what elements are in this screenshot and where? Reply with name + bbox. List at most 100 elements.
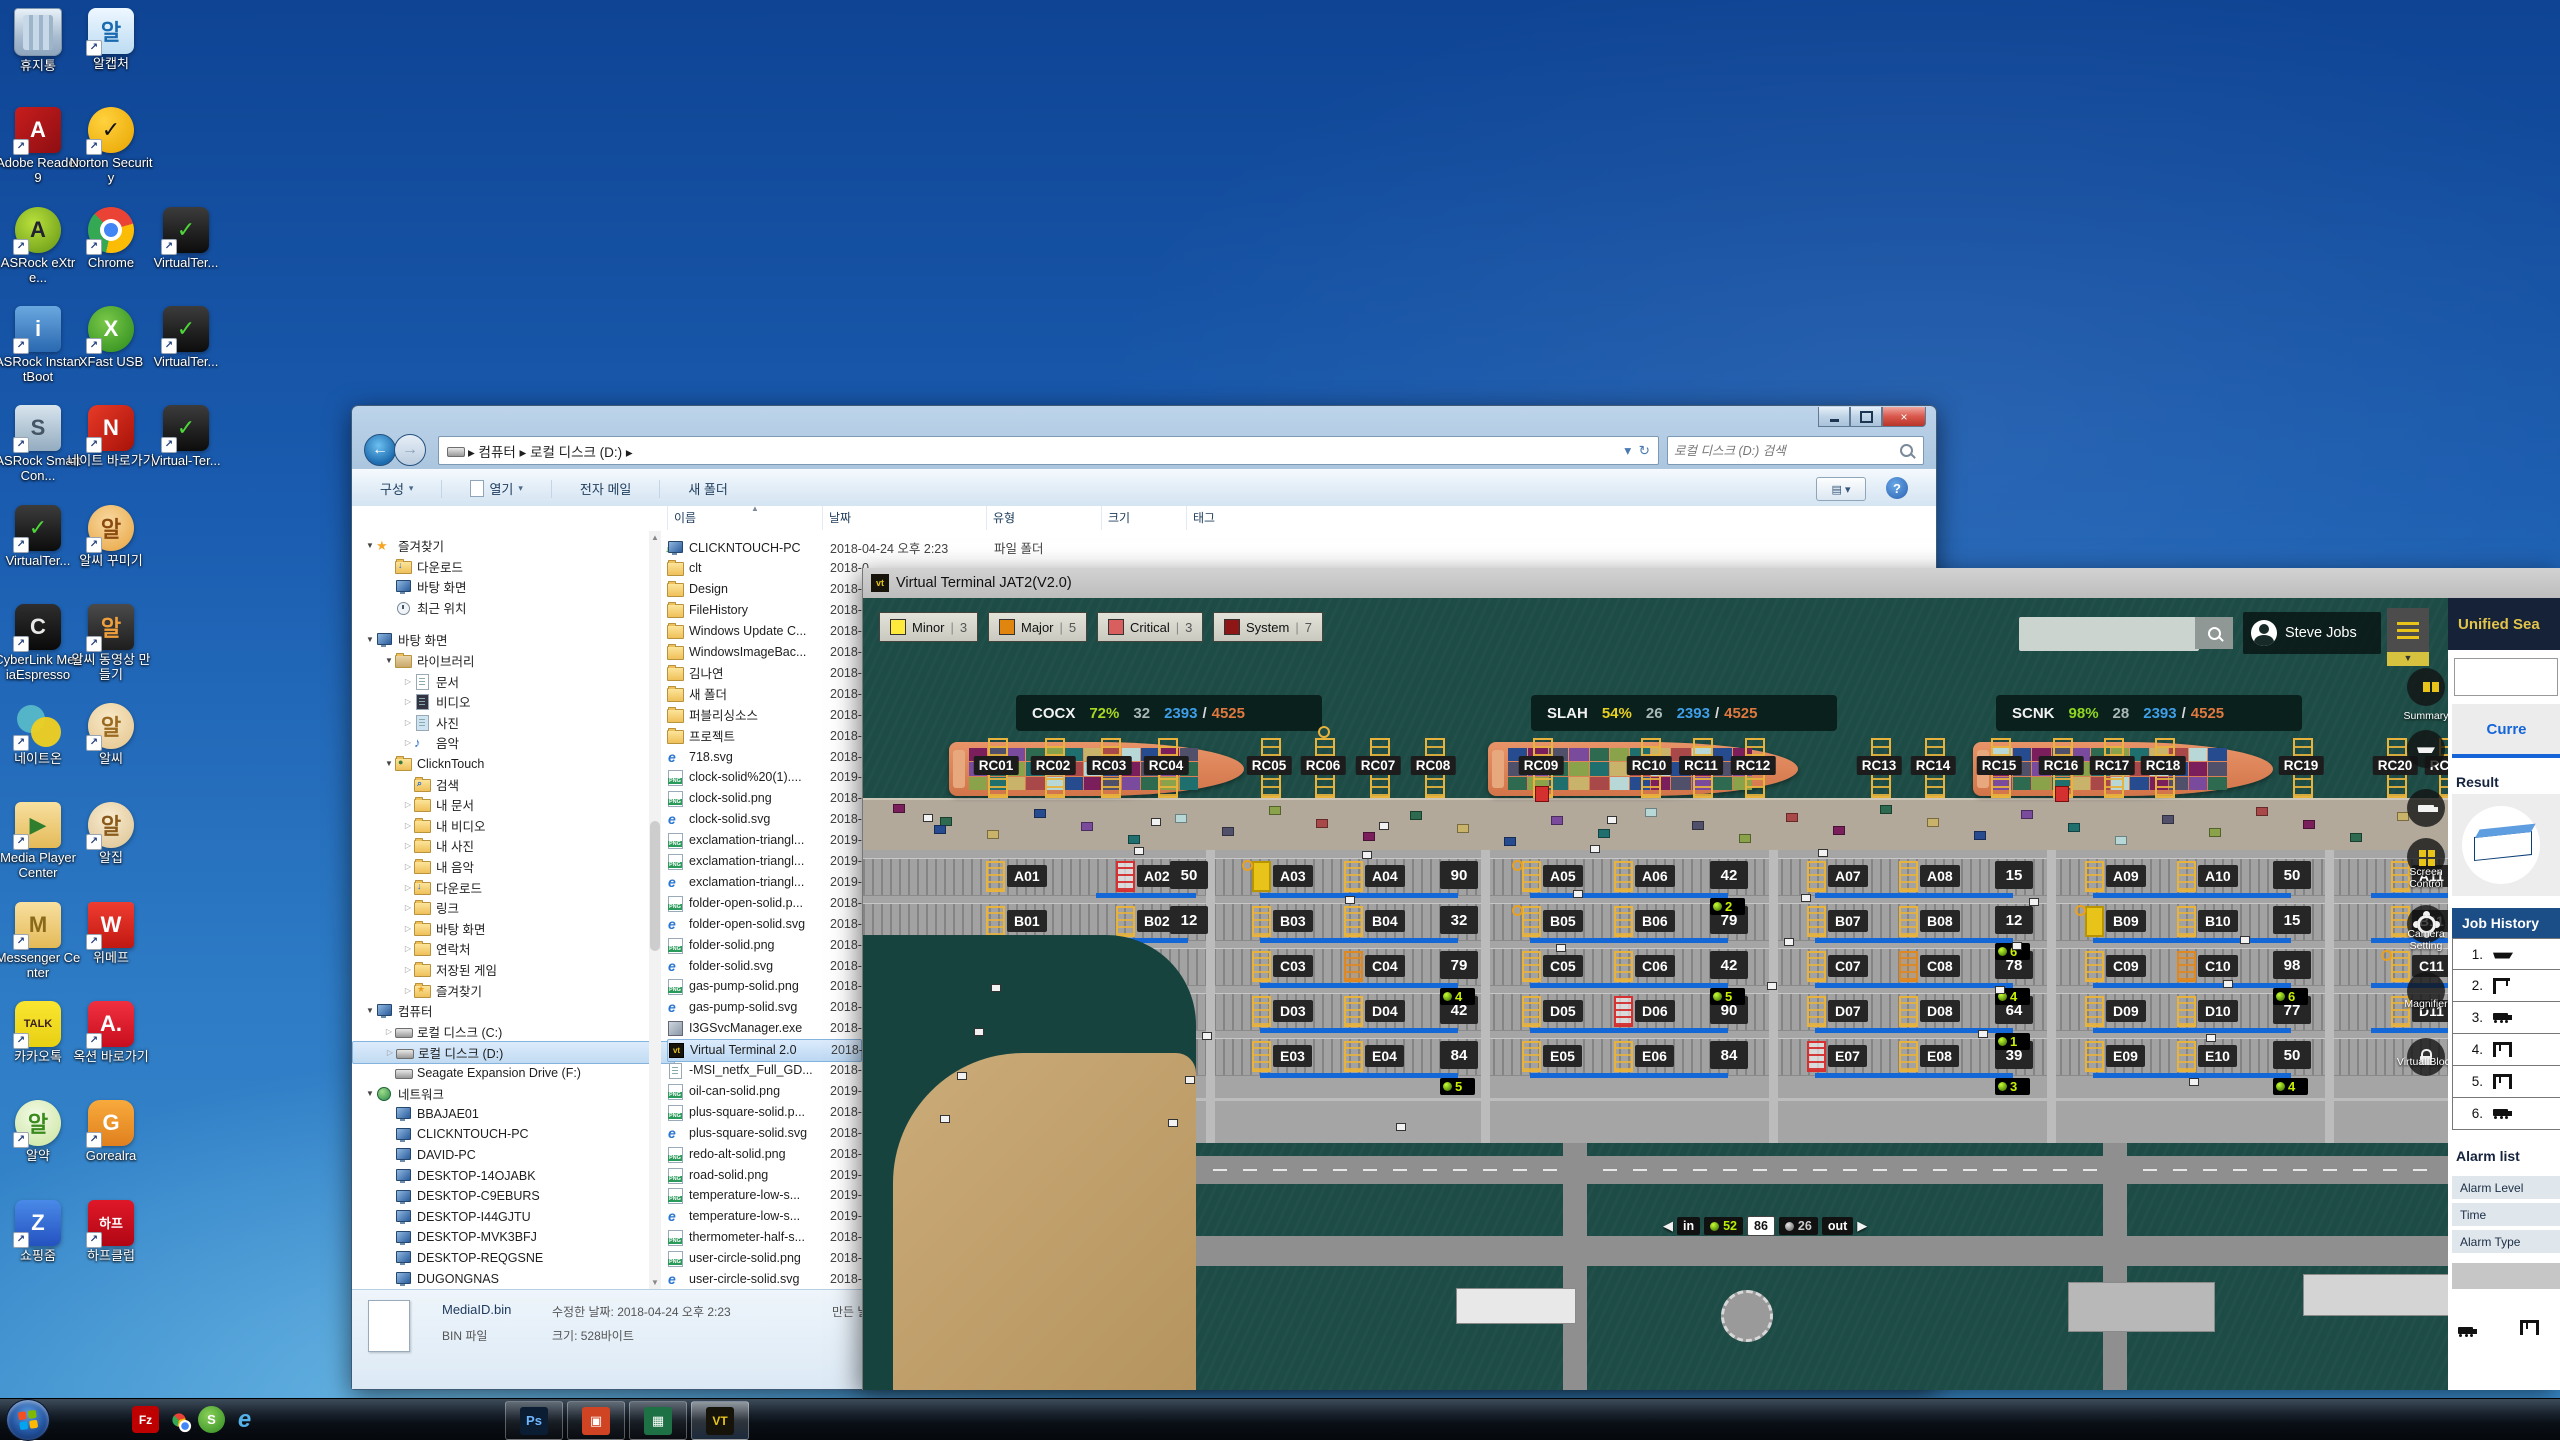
shortcut-halfclub[interactable]: 하프↗하프클럽 bbox=[67, 1200, 155, 1264]
shortcut-wemakeprice[interactable]: W↗위메프 bbox=[67, 902, 155, 966]
taskbar-icon-filezilla[interactable]: Fz bbox=[132, 1406, 159, 1433]
taskbar-icon-internet-explorer[interactable]: e bbox=[231, 1406, 258, 1433]
tree-item-9[interactable]: ▷♪음악 bbox=[352, 732, 459, 753]
yard-block-e03[interactable]: E03 bbox=[1252, 1042, 1312, 1070]
tree-item-31[interactable]: DESKTOP-C9EBURS bbox=[352, 1186, 540, 1207]
file-row-17[interactable]: folder-open-solid.p...2018-0 bbox=[667, 892, 817, 913]
tree-expander[interactable]: ▷ bbox=[402, 841, 414, 850]
view-mode-button[interactable]: ▤ ▾ bbox=[1816, 477, 1866, 501]
vt-title-bar[interactable]: vt Virtual Terminal JAT2(V2.0) bbox=[863, 568, 2560, 599]
quay-crane-rc10[interactable]: RC10 bbox=[1627, 756, 1672, 775]
yard-block-c05[interactable]: C05 bbox=[1522, 952, 1583, 980]
quay-crane-rc15[interactable]: RC15 bbox=[1977, 756, 2022, 775]
file-row-33[interactable]: thermometer-half-s...2018-0 bbox=[667, 1227, 817, 1248]
yard-block-c06[interactable]: C06 bbox=[1614, 952, 1675, 980]
quay-crane-rc04[interactable]: RC04 bbox=[1144, 756, 1189, 775]
yard-block-b10[interactable]: B10 bbox=[2177, 907, 2238, 935]
yard-block-a04[interactable]: A04 bbox=[1344, 862, 1405, 890]
quay-crane-rc18[interactable]: RC18 bbox=[2141, 756, 2186, 775]
file-row-15[interactable]: exclamation-triangl...2019-0 bbox=[667, 851, 817, 872]
tree-item-0[interactable]: ▼★즐겨찾기 bbox=[352, 535, 444, 556]
yard-block-e04[interactable]: E04 bbox=[1344, 1042, 1404, 1070]
tree-expander[interactable]: ▼ bbox=[364, 635, 376, 644]
alarm-filter-critical[interactable]: Critical|3 bbox=[1097, 612, 1203, 642]
quay-crane-rc03[interactable]: RC03 bbox=[1087, 756, 1132, 775]
berth-header-slah[interactable]: SLAH54%262393/4525 bbox=[1531, 695, 1837, 731]
tree-item-11[interactable]: ⌕검색 bbox=[352, 774, 459, 795]
quay-crane-rc19[interactable]: RC19 bbox=[2279, 756, 2324, 775]
tree-item-27[interactable]: BBAJAE01 bbox=[352, 1103, 479, 1124]
file-row-27[interactable]: plus-square-solid.p...2018-0 bbox=[667, 1101, 817, 1122]
tree-item-32[interactable]: DESKTOP-I44GJTU bbox=[352, 1206, 531, 1227]
shortcut-virtual-terminal[interactable]: ✓↗VirtualTer... bbox=[142, 306, 230, 370]
panel-search-input[interactable] bbox=[2454, 658, 2558, 696]
virtual-terminal-window[interactable]: vt Virtual Terminal JAT2(V2.0) Steve Job… bbox=[862, 568, 2560, 1390]
file-row-8[interactable]: 퍼블리싱소스2018-0 bbox=[667, 704, 817, 725]
help-button[interactable]: ? bbox=[1886, 477, 1908, 499]
file-row-23[interactable]: I3GSvcManager.exe2018-0 bbox=[667, 1018, 817, 1039]
tree-item-10[interactable]: ▼●ClicknTouch bbox=[352, 753, 484, 774]
tree-item-22[interactable]: ▼컴퓨터 bbox=[352, 1000, 433, 1021]
tree-item-12[interactable]: ▷내 문서 bbox=[352, 794, 474, 815]
terminal-map[interactable]: Steve Jobs ▼ ◀ in 52 86 26 out ▶ 00:32:2… bbox=[863, 598, 2448, 1390]
tree-item-23[interactable]: ▷로컬 디스크 (C:) bbox=[352, 1021, 502, 1042]
tree-expander[interactable]: ▼ bbox=[364, 1006, 376, 1015]
vt-search-input[interactable] bbox=[2019, 617, 2199, 651]
file-row-2[interactable]: Design2018-0 bbox=[667, 579, 817, 600]
shortcut-virtual-terminal[interactable]: ✓↗VirtualTer... bbox=[142, 207, 230, 271]
taskbar-button-photoshop[interactable]: Ps bbox=[505, 1401, 563, 1440]
user-menu[interactable]: Steve Jobs bbox=[2243, 612, 2381, 654]
tree-item-15[interactable]: ▷내 음악 bbox=[352, 856, 474, 877]
tree-expander[interactable]: ▷ bbox=[402, 821, 414, 830]
tree-item-13[interactable]: ▷내 비디오 bbox=[352, 815, 485, 836]
file-row-4[interactable]: Windows Update C...2018-0 bbox=[667, 621, 817, 642]
taskbar-button-powerpoint[interactable]: ▣ bbox=[567, 1401, 625, 1440]
yard-block-a02[interactable]: A02 bbox=[1116, 862, 1177, 890]
file-row-5[interactable]: WindowsImageBac...2018-0 bbox=[667, 642, 817, 663]
taskbar-icon-capture-app[interactable]: S bbox=[198, 1406, 225, 1433]
quay-crane-rc17[interactable]: RC17 bbox=[2090, 756, 2135, 775]
file-row-28[interactable]: eplus-square-solid.svg2018-0 bbox=[667, 1122, 817, 1143]
tree-expander[interactable]: ▷ bbox=[384, 1048, 396, 1057]
reach-stacker-icon[interactable] bbox=[2458, 1324, 2473, 1342]
taskbar-button-excel[interactable]: ▦ bbox=[629, 1401, 687, 1440]
file-row-31[interactable]: temperature-low-s...2019-0 bbox=[667, 1185, 817, 1206]
toolbar-email-button[interactable]: 전자 메일 bbox=[580, 479, 631, 498]
yard-block-b02[interactable]: B02 bbox=[1116, 907, 1177, 935]
tree-item-20[interactable]: ▷저장된 게임 bbox=[352, 959, 497, 980]
tree-item-17[interactable]: ▷링크 bbox=[352, 897, 459, 918]
tree-item-24[interactable]: ▷로컬 디스크 (D:) bbox=[352, 1041, 675, 1064]
tree-item-35[interactable]: DUGONGNAS bbox=[352, 1268, 499, 1289]
alarm-filter-system[interactable]: System|7 bbox=[1213, 612, 1323, 642]
file-row-16[interactable]: eexclamation-triangl...2019-0 bbox=[667, 871, 817, 892]
shortcut-alsee-deco[interactable]: 알↗알씨 꾸미기 bbox=[67, 505, 155, 569]
yard-block-a07[interactable]: A07 bbox=[1807, 862, 1868, 890]
quay-crane-rc08[interactable]: RC08 bbox=[1411, 756, 1456, 775]
yard-block-d10[interactable]: D10 bbox=[2177, 997, 2238, 1025]
tree-item-21[interactable]: ▷★즐겨찾기 bbox=[352, 980, 482, 1001]
yard-block-e09[interactable]: E09 bbox=[2085, 1042, 2145, 1070]
file-row-21[interactable]: gas-pump-solid.png2018-0 bbox=[667, 976, 817, 997]
quay-crane-rc06[interactable]: RC06 bbox=[1301, 756, 1346, 775]
yard-block-b08[interactable]: B08 bbox=[1899, 907, 1960, 935]
yard-block-e07[interactable]: E07 bbox=[1807, 1042, 1867, 1070]
column-header-0[interactable]: 이름 bbox=[667, 506, 829, 530]
truck-tool-button[interactable] bbox=[2407, 789, 2445, 827]
column-header-3[interactable]: 크기 bbox=[1101, 506, 1193, 530]
tab-current[interactable]: Curre bbox=[2452, 704, 2560, 758]
shortcut-alsee-movie[interactable]: 알↗알씨 동영상 만들기 bbox=[67, 604, 155, 683]
tree-item-6[interactable]: ▷문서 bbox=[352, 671, 459, 692]
shortcut-norton[interactable]: ✓↗Norton Security bbox=[67, 107, 155, 186]
toolbar-new-folder-button[interactable]: 새 폴더 bbox=[688, 479, 728, 498]
quay-crane-rc11[interactable]: RC11 bbox=[1679, 756, 1723, 775]
yard-block-b04[interactable]: B04 bbox=[1344, 907, 1405, 935]
file-row-30[interactable]: road-solid.png2019-0 bbox=[667, 1164, 817, 1185]
shortcut-alzip[interactable]: 알↗알집 bbox=[67, 802, 155, 866]
alarm-filter-minor[interactable]: Minor|3 bbox=[879, 612, 978, 642]
refresh-icon[interactable]: ▾ ↻ bbox=[1624, 443, 1650, 459]
tree-item-8[interactable]: ▷사진 bbox=[352, 712, 459, 733]
file-row-0[interactable]: ↓CLICKNTOUCH-PC2018-04-24 오후 2:23파일 폴더 bbox=[667, 537, 817, 558]
tree-expander[interactable]: ▼ bbox=[364, 541, 376, 550]
tree-item-7[interactable]: ▷비디오 bbox=[352, 691, 471, 712]
yard-block-a09[interactable]: A09 bbox=[2085, 862, 2146, 890]
